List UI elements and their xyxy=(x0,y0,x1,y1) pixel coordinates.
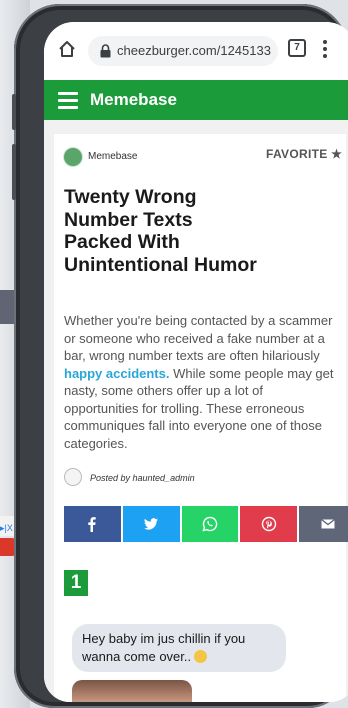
publisher-logo-icon[interactable] xyxy=(64,148,82,166)
email-share-button[interactable] xyxy=(299,506,348,542)
hamburger-menu-icon[interactable] xyxy=(58,92,78,109)
intro-text: Whether you're being contacted by a scam… xyxy=(64,313,333,363)
email-icon xyxy=(320,518,335,529)
text-message-bubble: Hey baby im jus chillin if you wanna com… xyxy=(72,624,286,672)
site-header: Memebase xyxy=(44,80,348,120)
facebook-icon xyxy=(88,517,97,532)
pinterest-share-button[interactable] xyxy=(240,506,298,542)
url-text[interactable]: cheezburger.com/1245133 xyxy=(117,43,273,58)
twitter-share-button[interactable] xyxy=(122,506,180,542)
address-bar[interactable]: cheezburger.com/1245133 xyxy=(88,36,278,66)
publisher-name[interactable]: Memebase xyxy=(88,151,137,162)
message-text: Hey baby im jus chillin if you wanna com… xyxy=(82,631,246,664)
site-logo-text[interactable]: Memebase xyxy=(90,90,177,110)
whatsapp-share-button[interactable] xyxy=(181,506,239,542)
smile-emoji-icon xyxy=(194,650,208,663)
article-title: Twenty Wrong Number Texts Packed With Un… xyxy=(64,186,257,276)
home-icon[interactable] xyxy=(58,40,76,58)
whatsapp-icon xyxy=(202,516,218,532)
volume-button xyxy=(12,144,16,200)
article-intro: Whether you're being contacted by a scam… xyxy=(64,312,340,452)
favorite-button[interactable]: FAVORITE ★ xyxy=(266,147,342,161)
tab-switcher-button[interactable]: 7 xyxy=(288,39,306,57)
volume-button xyxy=(12,94,16,130)
lock-icon xyxy=(100,44,111,58)
phone-screen: cheezburger.com/1245133 7 Memebase Memeb… xyxy=(44,22,348,702)
pinterest-icon xyxy=(261,516,276,532)
article-card: Memebase FAVORITE ★ Twenty Wrong Number … xyxy=(54,134,348,702)
browser-toolbar: cheezburger.com/1245133 7 xyxy=(44,22,348,80)
happy-accidents-link[interactable]: happy accidents. xyxy=(64,366,169,381)
facebook-share-button[interactable] xyxy=(64,506,121,542)
share-bar xyxy=(64,506,348,542)
list-item-number: 1 xyxy=(64,570,88,596)
article-image[interactable] xyxy=(72,680,192,702)
author-avatar[interactable] xyxy=(64,468,82,486)
text-message: Hey baby im jus chillin if you wanna com… xyxy=(82,630,282,666)
author-byline[interactable]: Posted by haunted_admin xyxy=(90,473,195,483)
more-menu-icon[interactable] xyxy=(322,38,328,60)
twitter-icon xyxy=(144,518,159,530)
phone-frame: cheezburger.com/1245133 7 Memebase Memeb… xyxy=(12,4,348,708)
